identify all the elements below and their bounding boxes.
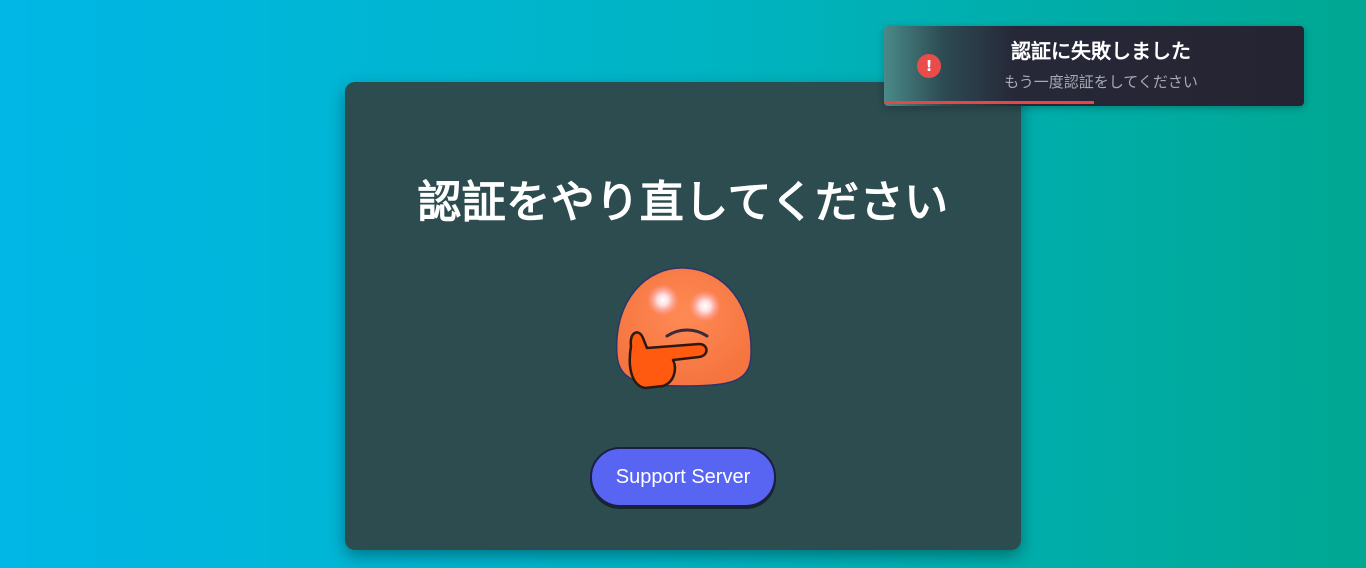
error-toast[interactable]: ! 認証に失敗しました もう一度認証をしてください	[884, 26, 1304, 106]
thinking-blob-emoji-icon	[616, 267, 752, 390]
auth-card: 認証をやり直してください Support Server	[345, 82, 1021, 550]
toast-title: 認証に失敗しました	[1011, 39, 1191, 63]
toast-progress-bar	[884, 101, 1094, 104]
page-title: 認証をやり直してください	[417, 177, 949, 228]
toast-subtitle: もう一度認証をしてください	[1004, 73, 1198, 91]
support-server-button[interactable]: Support Server	[590, 447, 776, 507]
